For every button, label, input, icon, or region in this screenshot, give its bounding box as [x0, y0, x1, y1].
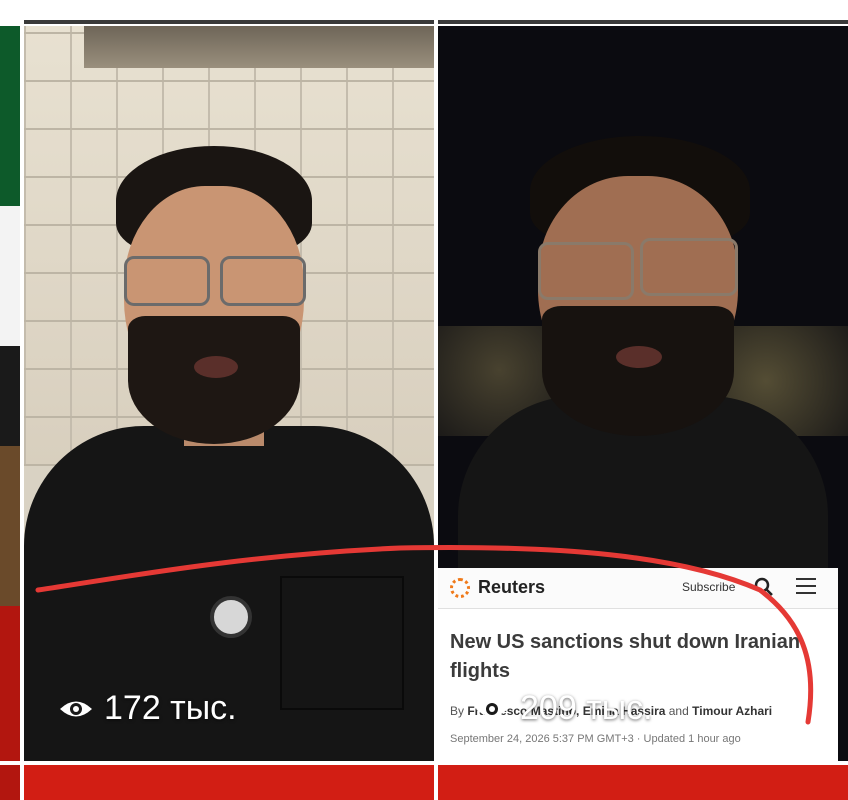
news-header: Reuters Subscribe — [438, 568, 838, 609]
views-counter: 209 тыс. — [474, 689, 653, 728]
next-row-tile-2[interactable] — [438, 765, 848, 800]
views-count: 172 тыс. — [104, 689, 237, 727]
speaker-figure — [438, 26, 848, 596]
article-dateline: September 24, 2026 5:37 PM GMT+3 · Updat… — [450, 733, 741, 745]
video-tile-1[interactable]: 172 тыс. — [24, 26, 434, 761]
eye-icon — [476, 701, 508, 716]
next-row-tile-edge[interactable] — [0, 765, 20, 800]
next-row-tile-1[interactable] — [24, 765, 434, 800]
article-headline[interactable]: New US sanctions shut down Iranian fligh… — [450, 628, 820, 686]
eye-icon — [60, 701, 92, 716]
views-count: 209 тыс. — [520, 689, 653, 727]
subscribe-button[interactable]: Subscribe — [682, 580, 735, 594]
lapel-mic — [210, 596, 252, 638]
menu-icon[interactable] — [796, 578, 816, 596]
reuters-logo — [450, 578, 470, 598]
news-card[interactable]: Reuters Subscribe New US sanctions shut … — [438, 568, 838, 761]
byline-and: and — [665, 704, 693, 718]
byline-prefix: By — [450, 704, 468, 718]
byline-authors-2[interactable]: Timour Azhari — [692, 704, 772, 718]
top-strip — [0, 0, 848, 24]
speaker-figure — [24, 26, 434, 761]
top-strip-bar-right — [438, 20, 848, 24]
neighbor-tile-left[interactable] — [0, 26, 20, 761]
search-icon[interactable] — [754, 577, 774, 597]
views-counter: 172 тыс. — [58, 689, 237, 728]
brand-name: Reuters — [478, 577, 546, 597]
video-tile-2[interactable]: Reuters Subscribe New US sanctions shut … — [438, 26, 848, 761]
top-strip-bar-left — [24, 20, 434, 24]
